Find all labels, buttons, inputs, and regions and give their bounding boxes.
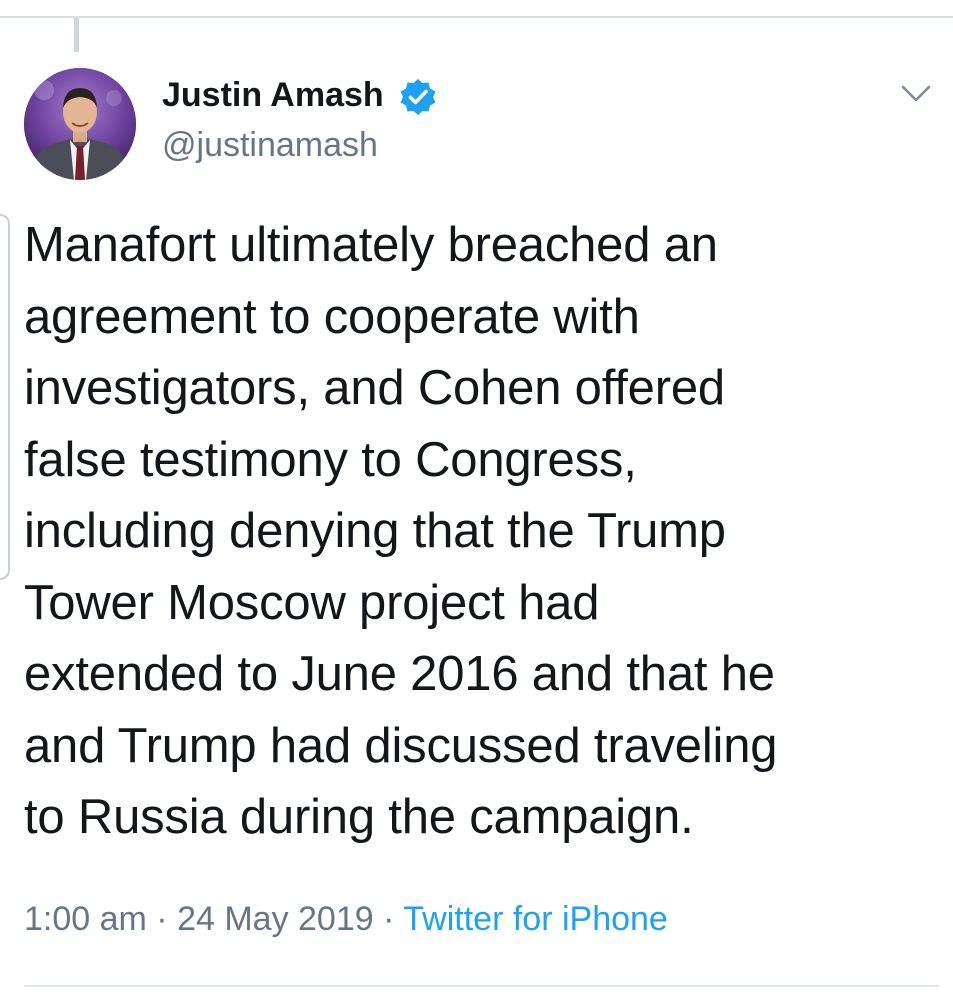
author-avatar[interactable]	[24, 68, 136, 180]
tweet-date[interactable]: 24 May 2019	[177, 900, 374, 938]
tweet-time[interactable]: 1:00 am	[24, 900, 147, 938]
thread-connector-line	[74, 18, 79, 52]
bottom-divider	[24, 985, 939, 987]
tweet-source-link[interactable]: Twitter for iPhone	[403, 900, 668, 938]
meta-separator: ·	[373, 900, 404, 938]
author-handle[interactable]: @justinamash	[162, 124, 378, 166]
top-divider	[0, 16, 953, 18]
author-display-name[interactable]: Justin Amash	[162, 74, 384, 116]
tweet-menu-button[interactable]	[896, 76, 936, 112]
chevron-down-icon	[901, 85, 931, 102]
avatar-photo	[24, 68, 136, 180]
meta-separator: ·	[146, 900, 178, 938]
tweet-metadata: 1:00 am · 24 May 2019 · Twitter for iPho…	[24, 897, 668, 941]
tweet-text: Manafort ultimately breached an agreemen…	[24, 218, 778, 844]
verified-badge-icon	[398, 77, 438, 117]
scroll-edge-indicator	[0, 214, 10, 580]
